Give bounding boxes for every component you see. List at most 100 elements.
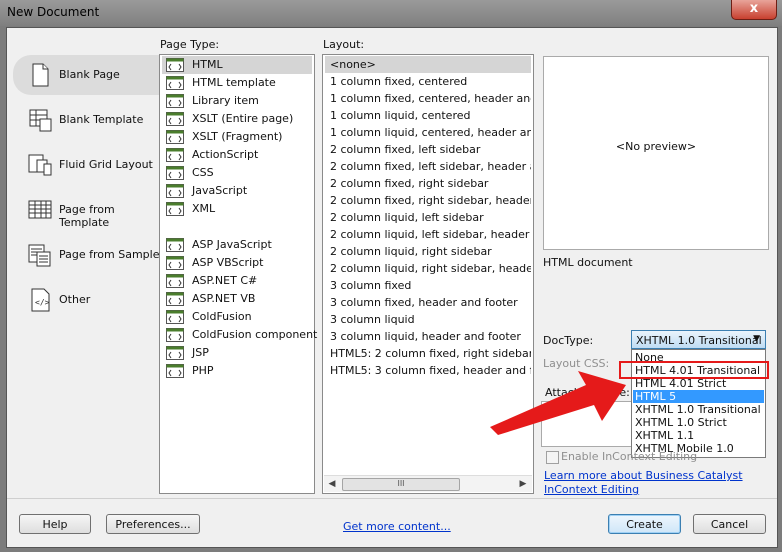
category-page-from-sample[interactable]: Page from Sample — [13, 235, 161, 275]
get-more-content-link[interactable]: Get more content... — [343, 520, 451, 533]
doctype-option[interactable]: XHTML 1.1 — [633, 429, 764, 442]
page-type-item[interactable]: JavaScript — [162, 182, 312, 200]
close-button[interactable]: x — [731, 0, 777, 20]
layout-label: 3 column fixed — [330, 279, 412, 292]
help-button[interactable]: Help — [19, 514, 91, 534]
layout-item[interactable]: 2 column liquid, left sidebar, header an… — [325, 226, 531, 243]
page-type-item[interactable]: ASP.NET C# — [162, 272, 312, 290]
page-type-item[interactable]: ASP.NET VB — [162, 290, 312, 308]
incontext-checkbox[interactable] — [546, 451, 559, 464]
layout-horizontal-scrollbar[interactable]: ◀ III ▶ — [324, 475, 532, 492]
page-type-label: ActionScript — [192, 148, 259, 161]
layout-item[interactable]: 1 column liquid, centered, header and fo… — [325, 124, 531, 141]
category-label: Page from Template — [59, 203, 115, 229]
doctype-select[interactable]: XHTML 1.0 Transitional ▼ — [631, 330, 766, 349]
page-type-label: JavaScript — [192, 184, 248, 197]
layout-item[interactable]: 2 column fixed, right sidebar — [325, 175, 531, 192]
category-label: Blank Template — [59, 113, 144, 126]
scroll-right-icon[interactable]: ▶ — [516, 477, 530, 491]
category-list: Blank Page Blank Template Fluid Grid Lay… — [7, 28, 161, 498]
category-other[interactable]: </> Other — [13, 280, 161, 320]
file-type-icon — [166, 148, 184, 162]
cancel-button[interactable]: Cancel — [693, 514, 766, 534]
layout-item[interactable]: 2 column fixed, right sidebar, header an… — [325, 192, 531, 209]
dialog-body: Blank Page Blank Template Fluid Grid Lay… — [6, 27, 778, 548]
layout-label: 3 column liquid, header and footer — [330, 330, 521, 343]
layout-label: 1 column liquid, centered — [330, 109, 471, 122]
doctype-label: DocType: — [543, 334, 594, 347]
layout-item[interactable]: 3 column liquid — [325, 311, 531, 328]
layout-item[interactable]: 1 column liquid, centered — [325, 107, 531, 124]
doctype-option-label: XHTML 1.0 Transitional — [635, 403, 761, 416]
layout-item[interactable]: 2 column fixed, left sidebar, header and… — [325, 158, 531, 175]
page-type-item[interactable]: HTML template — [162, 74, 312, 92]
learn-more-link[interactable]: Learn more about Business Catalyst — [544, 469, 743, 482]
layout-item[interactable]: 3 column liquid, header and footer — [325, 328, 531, 345]
category-label: Other — [59, 293, 91, 306]
chevron-down-icon: ▼ — [753, 334, 760, 344]
category-fluid-grid-layout[interactable]: Fluid Grid Layout — [13, 145, 161, 185]
layout-label: 2 column liquid, right sidebar — [330, 245, 492, 258]
layout-label: 2 column fixed, left sidebar — [330, 143, 481, 156]
layout-label: <none> — [330, 58, 376, 71]
layout-label: 1 column liquid, centered, header and fo… — [330, 126, 531, 139]
file-type-icon — [166, 94, 184, 108]
page-type-item[interactable]: CSS — [162, 164, 312, 182]
template-icon — [29, 109, 52, 132]
window-title: New Document — [7, 5, 100, 19]
page-type-label: JSP — [192, 346, 209, 359]
file-type-icon — [166, 184, 184, 198]
learn-more-link-line2[interactable]: InContext Editing — [544, 483, 639, 496]
layout-item[interactable]: 2 column liquid, left sidebar — [325, 209, 531, 226]
doctype-option[interactable]: HTML 5 — [633, 390, 764, 403]
page-type-item[interactable]: ActionScript — [162, 146, 312, 164]
layout-item[interactable]: 1 column fixed, centered, header and foo… — [325, 90, 531, 107]
category-blank-page[interactable]: Blank Page — [13, 55, 161, 95]
layout-item[interactable]: 1 column fixed, centered — [325, 73, 531, 90]
new-document-window: New Document x Blank Page Blank Template… — [0, 0, 782, 552]
page-type-label: HTML template — [192, 76, 276, 89]
page-type-item[interactable]: XSLT (Entire page) — [162, 110, 312, 128]
layout-label: 1 column fixed, centered, header and foo… — [330, 92, 531, 105]
doctype-option[interactable]: XHTML 1.0 Transitional — [633, 403, 764, 416]
layout-item[interactable]: 3 column fixed — [325, 277, 531, 294]
category-blank-template[interactable]: Blank Template — [13, 100, 161, 140]
scrollbar-thumb[interactable]: III — [342, 478, 460, 491]
no-preview-text: <No preview> — [615, 140, 697, 153]
doctype-option-label: HTML 5 — [635, 390, 677, 403]
page-type-item[interactable]: ASP VBScript — [162, 254, 312, 272]
page-type-item[interactable]: JSP — [162, 344, 312, 362]
page-type-label: XSLT (Fragment) — [192, 130, 283, 143]
layout-label: 2 column fixed, left sidebar, header and… — [330, 160, 531, 173]
doctype-option[interactable]: XHTML 1.0 Strict — [633, 416, 764, 429]
page-type-label: ColdFusion component — [192, 328, 318, 341]
layout-label: 1 column fixed, centered — [330, 75, 468, 88]
layout-item[interactable]: <none> — [325, 56, 531, 73]
layout-item[interactable]: 2 column liquid, right sidebar, header a… — [325, 260, 531, 277]
category-page-from-template[interactable]: Page from Template — [13, 190, 161, 230]
page-type-item[interactable]: XML — [162, 200, 312, 218]
file-type-icon — [166, 202, 184, 216]
preferences-button[interactable]: Preferences... — [106, 514, 200, 534]
page-type-header: Page Type: — [160, 38, 220, 51]
page-type-item[interactable]: HTML — [162, 56, 312, 74]
sample-page-icon — [28, 244, 51, 267]
page-type-list[interactable]: HTML HTML template Library item XSLT (Entir… — [159, 54, 317, 494]
html5-highlight-box — [619, 361, 769, 379]
page-type-item[interactable]: ColdFusion — [162, 308, 312, 326]
create-button[interactable]: Create — [608, 514, 681, 534]
page-type-item[interactable]: Library item — [162, 92, 312, 110]
page-type-label: Library item — [192, 94, 259, 107]
page-type-item[interactable]: ColdFusion component — [162, 326, 317, 344]
page-type-label: XSLT (Entire page) — [192, 112, 294, 125]
code-file-icon: </> — [31, 288, 50, 312]
page-type-item[interactable]: ASP JavaScript — [162, 236, 312, 254]
layout-item[interactable]: 2 column fixed, left sidebar — [325, 141, 531, 158]
page-type-item[interactable]: PHP — [162, 362, 312, 380]
layout-item[interactable]: 3 column fixed, header and footer — [325, 294, 531, 311]
layout-label: 2 column liquid, right sidebar, header a… — [330, 262, 531, 275]
close-icon: x — [749, 1, 759, 16]
layout-item[interactable]: 2 column liquid, right sidebar — [325, 243, 531, 260]
scroll-left-icon[interactable]: ◀ — [325, 477, 339, 491]
page-type-item[interactable]: XSLT (Fragment) — [162, 128, 312, 146]
